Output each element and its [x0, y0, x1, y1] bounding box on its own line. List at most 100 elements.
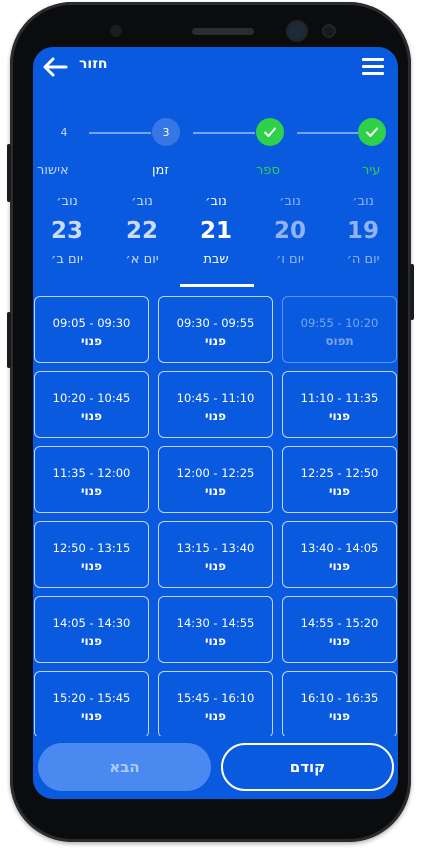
proximity-sensor	[110, 25, 122, 37]
back-label[interactable]: חזור	[79, 56, 107, 72]
step-connector	[89, 132, 151, 134]
day-item[interactable]: נוב׳ 23 יום ב׳	[33, 192, 102, 270]
time-slot[interactable]: 12:50 - 13:15 פנוי	[34, 521, 149, 588]
day-name: יום ב׳	[50, 252, 84, 267]
time-slot[interactable]: 16:10 - 16:35 פנוי	[282, 671, 397, 736]
slot-status: פנוי	[205, 409, 226, 423]
time-slot[interactable]: 14:55 - 15:20 פנוי	[282, 596, 397, 663]
step-label-time: זמן	[152, 163, 169, 178]
day-name: יום ה׳	[346, 252, 380, 267]
slot-time: 12:00 - 12:25	[176, 466, 255, 480]
step-2	[256, 118, 284, 146]
step-label-city: עיר	[362, 163, 381, 178]
app-screen: חזור 4 3 אישור זמן ספר עיר נוב׳ 23 יום ב…	[33, 47, 398, 799]
slot-status: פנוי	[81, 559, 102, 573]
step-label-confirm: אישור	[37, 163, 69, 178]
front-camera	[289, 23, 305, 39]
slot-status: פנוי	[81, 484, 102, 498]
slot-status: פנוי	[205, 559, 226, 573]
date-selector: נוב׳ 23 יום ב׳ נוב׳ 22 יום א׳ נוב׳ 21 שב…	[33, 192, 398, 287]
time-slot[interactable]: 15:45 - 16:10 פנוי	[158, 671, 273, 736]
slot-status: פנוי	[205, 484, 226, 498]
day-item[interactable]: נוב׳ 22 יום א׳	[107, 192, 177, 270]
slot-time: 12:50 - 13:15	[52, 541, 131, 555]
day-date: 22	[125, 218, 158, 244]
slot-time: 13:40 - 14:05	[300, 541, 379, 555]
time-slot[interactable]: 14:05 - 14:30 פנוי	[34, 596, 149, 663]
step-connector	[193, 132, 255, 134]
hamburger-menu-icon[interactable]	[362, 58, 384, 76]
day-month: נוב׳	[205, 194, 227, 209]
day-month: נוב׳	[279, 194, 301, 209]
step-3: 3	[152, 118, 180, 146]
slot-status: פנוי	[329, 709, 350, 723]
step-label-barber: ספר	[256, 163, 280, 178]
slot-status: פנוי	[329, 484, 350, 498]
time-slot[interactable]: 11:35 - 12:00 פנוי	[34, 446, 149, 513]
volume-button	[7, 144, 11, 202]
check-icon	[264, 127, 276, 137]
day-date: 19	[346, 218, 379, 244]
slot-status: תפוס	[325, 334, 354, 348]
slot-status: פנוי	[329, 409, 350, 423]
slot-time: 09:30 - 09:55	[176, 316, 255, 330]
time-slot[interactable]: 14:30 - 14:55 פנוי	[158, 596, 273, 663]
day-month: נוב׳	[131, 194, 153, 209]
time-slot[interactable]: 12:25 - 12:50 פנוי	[282, 446, 397, 513]
time-slot[interactable]: 11:10 - 11:35 פנוי	[282, 371, 397, 438]
slot-time: 10:45 - 11:10	[176, 391, 255, 405]
time-slot[interactable]: 09:05 - 09:30 פנוי	[34, 296, 149, 363]
slot-time: 10:20 - 10:45	[52, 391, 131, 405]
previous-button[interactable]: קודם	[221, 743, 394, 791]
slot-time: 11:10 - 11:35	[300, 391, 379, 405]
day-date: 23	[50, 218, 83, 244]
slot-time: 14:55 - 15:20	[300, 616, 379, 630]
day-name: שבת	[203, 252, 229, 267]
day-month: נוב׳	[352, 194, 374, 209]
time-slot[interactable]: 10:45 - 11:10 פנוי	[158, 371, 273, 438]
footer-actions: הבא קודם	[33, 737, 398, 799]
slot-time: 16:10 - 16:35	[300, 691, 379, 705]
next-button[interactable]: הבא	[38, 743, 211, 791]
day-date: 21	[199, 218, 232, 244]
time-slot[interactable]: 15:20 - 15:45 פנוי	[34, 671, 149, 736]
power-button	[410, 264, 414, 320]
progress-stepper: 4 3	[33, 117, 398, 149]
day-item-selected[interactable]: נוב׳ 21 שבת	[181, 192, 251, 270]
slot-status: פנוי	[205, 334, 226, 348]
slot-time: 14:30 - 14:55	[176, 616, 255, 630]
day-name: יום א׳	[125, 252, 159, 267]
slot-status: פנוי	[205, 634, 226, 648]
slot-time: 13:15 - 13:40	[176, 541, 255, 555]
earpiece-speaker	[192, 28, 254, 35]
slot-status: פנוי	[81, 634, 102, 648]
slot-status: פנוי	[205, 709, 226, 723]
step-1	[358, 118, 386, 146]
day-item[interactable]: נוב׳ 19 יום ה׳	[328, 192, 398, 270]
step-labels: אישור זמן ספר עיר	[33, 163, 398, 183]
time-slot[interactable]: 12:00 - 12:25 פנוי	[158, 446, 273, 513]
bixby-button	[7, 312, 11, 368]
day-month: נוב׳	[56, 194, 78, 209]
slot-status: פנוי	[81, 334, 102, 348]
step-connector	[297, 132, 359, 134]
slot-time: 11:35 - 12:00	[52, 466, 131, 480]
slot-time: 14:05 - 14:30	[52, 616, 131, 630]
time-slot[interactable]: 13:40 - 14:05 פנוי	[282, 521, 397, 588]
time-slot[interactable]: 13:15 - 13:40 פנוי	[158, 521, 273, 588]
time-slot-taken: 09:55 - 10:20 תפוס	[282, 296, 397, 363]
step-4: 4	[60, 125, 68, 139]
day-item[interactable]: נוב׳ 20 יום ו׳	[255, 192, 325, 270]
top-bar: חזור	[33, 47, 398, 87]
arrow-left-icon[interactable]	[42, 56, 68, 78]
slot-time: 15:20 - 15:45	[52, 691, 131, 705]
check-icon	[366, 127, 378, 137]
day-date: 20	[273, 218, 306, 244]
time-slot[interactable]: 10:20 - 10:45 פנוי	[34, 371, 149, 438]
time-slot-grid: 09:05 - 09:30 פנוי 09:30 - 09:55 פנוי 09:5…	[33, 296, 398, 736]
slot-status: פנוי	[329, 634, 350, 648]
slot-time: 09:55 - 10:20	[300, 316, 379, 330]
slot-status: פנוי	[329, 559, 350, 573]
time-slot[interactable]: 09:30 - 09:55 פנוי	[158, 296, 273, 363]
slot-status: פנוי	[81, 709, 102, 723]
